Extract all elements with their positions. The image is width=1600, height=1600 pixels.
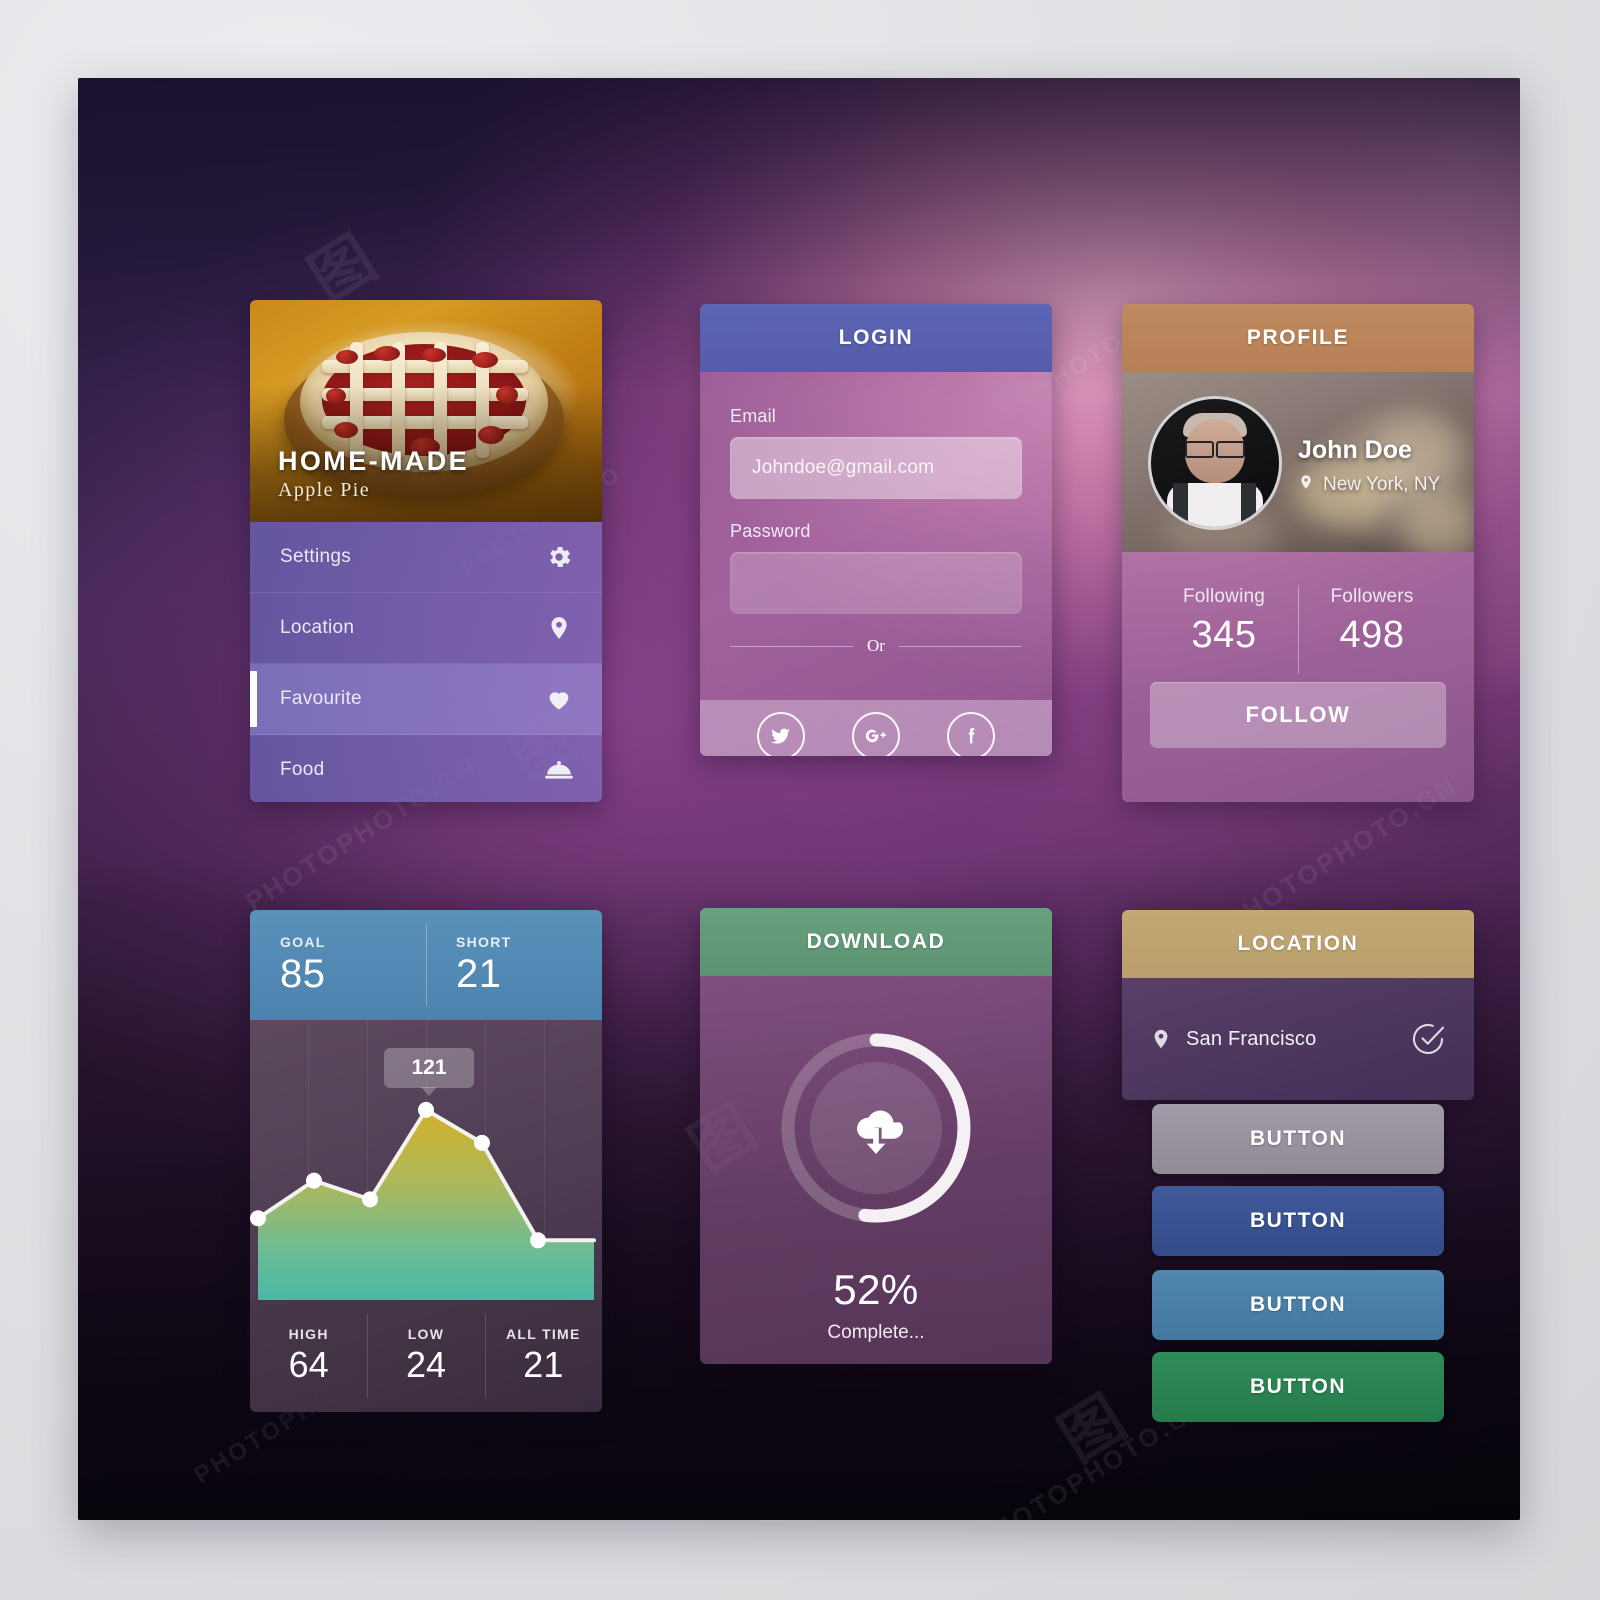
recipe-photo: HOME-MADE Apple Pie — [250, 300, 602, 522]
stat-label: Followers — [1330, 586, 1414, 607]
location-card: LOCATION San Francisco — [1122, 910, 1474, 1100]
sidebar-item-favourite[interactable]: Favourite — [250, 664, 602, 735]
stats-divider — [1298, 586, 1299, 674]
twitter-icon[interactable] — [757, 712, 806, 756]
stat-value: 21 — [523, 1344, 564, 1385]
gear-icon — [542, 540, 576, 574]
sidebar-item-label: Location — [280, 617, 355, 638]
stat-label: GOAL — [280, 934, 326, 950]
chart-point — [250, 1210, 266, 1227]
stat-value: 85 — [280, 952, 326, 996]
stats-chart-card: GOAL 85 SHORT 21 121 HIGH 64 LOW 24 ALL … — [250, 910, 602, 1412]
page-root: 图 PHOTOPHOTO.CN PHOTOPHOTO 图 PHOTOPHOTO … — [0, 0, 1600, 1600]
menu-card: HOME-MADE Apple Pie Settings Location Fa… — [250, 300, 602, 802]
download-card: DOWNLOAD 52% Complete... — [700, 908, 1052, 1364]
stat-value: 345 — [1191, 614, 1257, 656]
sidebar-item-label: Favourite — [280, 688, 362, 709]
button-green[interactable]: BUTTON — [1152, 1352, 1444, 1422]
sidebar-item-location[interactable]: Location — [250, 593, 602, 664]
button-gray[interactable]: BUTTON — [1152, 1104, 1444, 1174]
stat-value: 498 — [1339, 614, 1405, 656]
login-card: LOGIN Email Johndoe@gmail.com Password O… — [700, 304, 1052, 756]
email-value: Johndoe@gmail.com — [752, 457, 935, 478]
or-divider: Or — [730, 636, 1023, 656]
stat-label: SHORT — [456, 934, 512, 950]
profile-stats-section: Following 345 Followers 498 FOLLOW — [1122, 552, 1474, 802]
facebook-icon[interactable] — [946, 712, 995, 756]
map-pin-icon — [1298, 472, 1314, 498]
location-card-title: LOCATION — [1122, 910, 1474, 978]
avatar — [1148, 396, 1282, 530]
map-pin-icon — [1150, 1025, 1172, 1053]
google-plus-icon[interactable] — [851, 712, 900, 756]
profile-location: New York, NY — [1298, 472, 1440, 498]
download-body: 52% Complete... — [700, 976, 1052, 1364]
progress-percent: 52% — [833, 1266, 919, 1313]
sidebar-item-label: Settings — [280, 546, 352, 567]
recipe-caption: HOME-MADE Apple Pie — [278, 447, 469, 502]
cloud-download-icon[interactable] — [810, 1062, 942, 1194]
sidebar-item-label: Food — [280, 759, 325, 780]
stat-low: LOW 24 — [367, 1300, 484, 1412]
download-card-title: DOWNLOAD — [700, 908, 1052, 976]
profile-card: PROFILE John Doe New York, NY Following … — [1122, 304, 1474, 802]
food-dome-icon — [542, 753, 576, 787]
stat-value: 21 — [456, 952, 502, 996]
ui-kit-canvas: 图 PHOTOPHOTO.CN PHOTOPHOTO 图 PHOTOPHOTO … — [78, 78, 1520, 1520]
stat-high: HIGH 64 — [250, 1300, 367, 1412]
follow-button[interactable]: FOLLOW — [1150, 682, 1446, 748]
password-field[interactable] — [730, 552, 1022, 614]
location-row[interactable]: San Francisco — [1122, 978, 1474, 1100]
chart-top-stats: GOAL 85 SHORT 21 — [250, 910, 602, 1020]
area-chart: 121 — [250, 1020, 602, 1300]
profile-stats: Following 345 Followers 498 — [1150, 586, 1446, 682]
profile-card-title: PROFILE — [1122, 304, 1474, 372]
login-form: Email Johndoe@gmail.com Password Or — [700, 372, 1052, 700]
recipe-subtitle: Apple Pie — [278, 479, 371, 501]
stat-label: Following — [1182, 586, 1266, 607]
stat-short: SHORT 21 — [426, 910, 602, 1020]
email-field[interactable]: Johndoe@gmail.com — [730, 437, 1022, 499]
chart-tooltip: 121 — [384, 1047, 474, 1096]
stat-label: LOW — [407, 1326, 445, 1342]
profile-location-label: New York, NY — [1323, 474, 1441, 495]
active-indicator — [250, 671, 257, 727]
password-label: Password — [730, 521, 811, 541]
stat-value: 64 — [288, 1344, 329, 1385]
stats-divider — [426, 924, 427, 1006]
sidebar-item-food[interactable]: Food — [250, 735, 602, 802]
profile-cover-photo: John Doe New York, NY — [1122, 372, 1474, 552]
chart-point — [474, 1134, 490, 1151]
chart-point — [306, 1172, 322, 1189]
stat-goal: GOAL 85 — [250, 910, 426, 1020]
download-progress-ring — [776, 1028, 976, 1228]
sidebar-item-settings[interactable]: Settings — [250, 522, 602, 593]
stat-label: HIGH — [288, 1326, 329, 1342]
email-label: Email — [730, 406, 777, 426]
chart-point — [362, 1191, 378, 1208]
check-circle-icon[interactable] — [1412, 1022, 1446, 1056]
or-label: Or — [867, 636, 885, 655]
stat-label: ALL TIME — [505, 1326, 581, 1342]
divider-rule-right — [898, 645, 1023, 647]
chart-point — [530, 1232, 546, 1249]
map-pin-icon — [542, 611, 576, 645]
button-navy[interactable]: BUTTON — [1152, 1186, 1444, 1256]
button-steel-blue[interactable]: BUTTON — [1152, 1270, 1444, 1340]
heart-icon — [542, 682, 576, 716]
stat-value: 24 — [405, 1344, 447, 1385]
stat-all-time: ALL TIME 21 — [484, 1300, 602, 1412]
login-card-title: LOGIN — [700, 304, 1052, 372]
stat-following: Following 345 — [1150, 586, 1298, 682]
chart-point — [418, 1101, 434, 1118]
social-login-row — [700, 700, 1052, 756]
location-name: San Francisco — [1186, 1027, 1317, 1050]
stat-followers: Followers 498 — [1298, 586, 1446, 682]
profile-name: John Doe — [1298, 436, 1412, 464]
recipe-title: HOME-MADE — [278, 446, 470, 477]
progress-status: Complete... — [827, 1322, 925, 1343]
chart-bottom-stats: HIGH 64 LOW 24 ALL TIME 21 — [250, 1300, 602, 1412]
divider-rule-left — [730, 645, 854, 647]
